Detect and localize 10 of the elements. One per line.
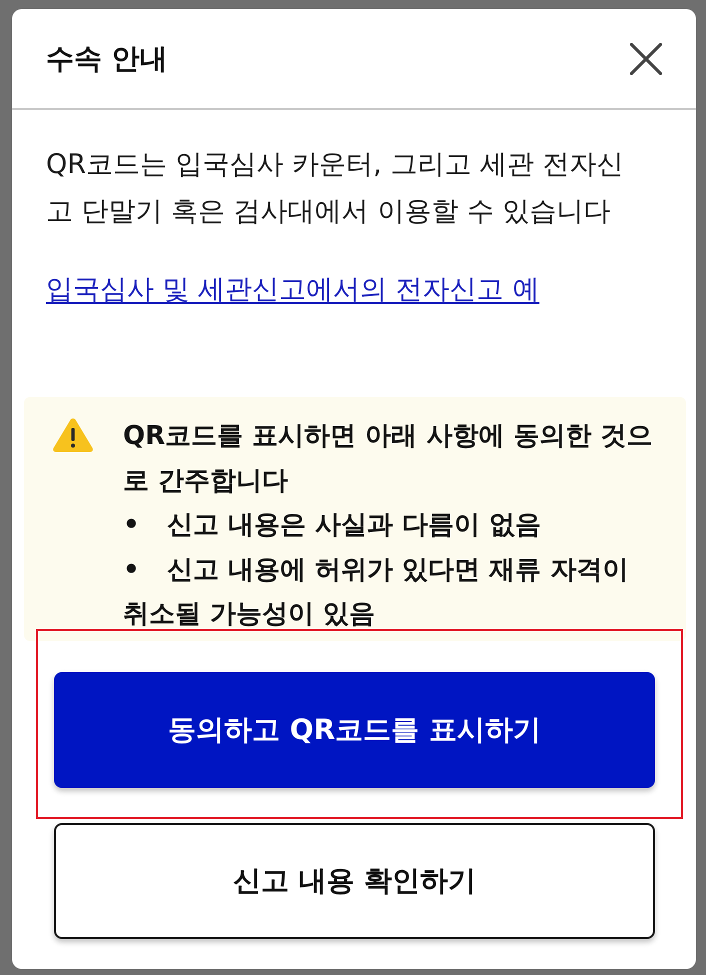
info-text: QR코드는 입국심사 카운터, 그리고 세관 전자신고 단말기 혹은 검사대에서 이용할 수 있습니다	[46, 148, 625, 229]
warning-icon	[52, 417, 94, 453]
close-icon[interactable]	[630, 42, 662, 74]
dialog-title: 수속 안내	[46, 40, 168, 76]
notice-item: • 신고 내용은 사실과 다름이 없음	[123, 509, 542, 542]
notice-item: • 신고 내용에 허위가 있다면 재류 자격이 취소될 가능성이 있음	[123, 554, 630, 631]
example-link[interactable]: 입국심사 및 세관신고에서의 전자신고 예	[46, 274, 540, 305]
notice-text: QR코드를 표시하면 아래 사항에 동의한 것으로 간주합니다	[123, 420, 654, 498]
action-button[interactable]: 신고 내용 확인하기	[54, 822, 655, 938]
action-button[interactable]: 동의하고 QR코드를 표시하기	[54, 672, 655, 788]
